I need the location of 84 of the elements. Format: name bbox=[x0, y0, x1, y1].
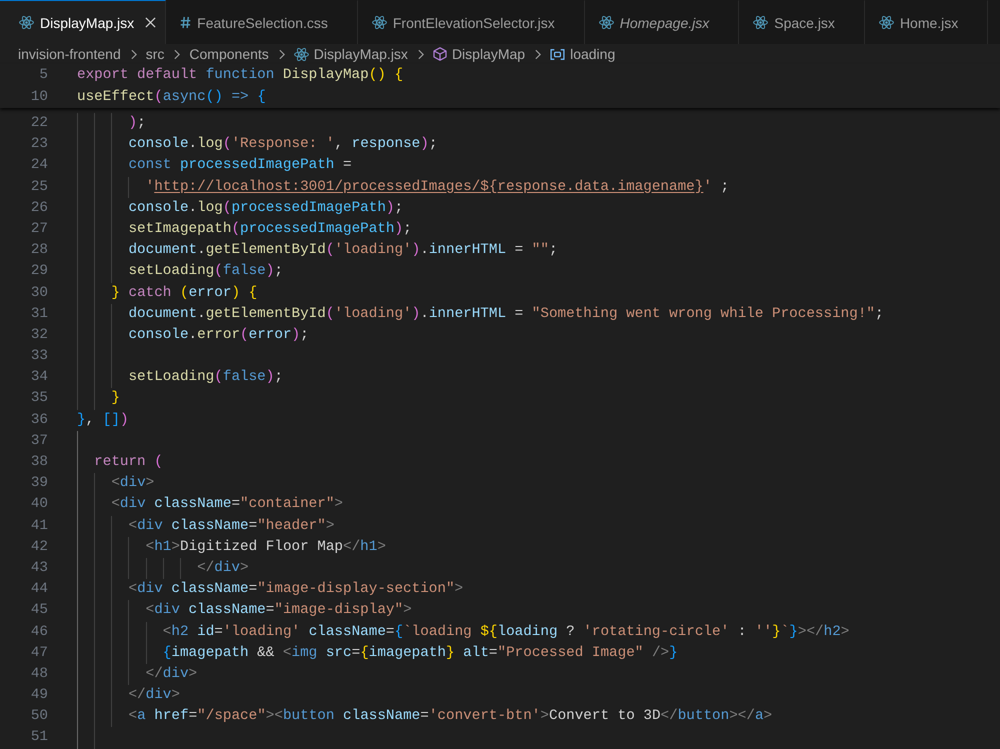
code-line: <h1>Digitized Floor Map</h1> bbox=[146, 538, 386, 557]
atom-icon bbox=[878, 16, 894, 29]
line-number: 42 bbox=[30, 538, 48, 555]
code-line: } bbox=[111, 389, 120, 408]
line-number: 28 bbox=[30, 242, 48, 258]
code-line: <div className="image-display"> bbox=[146, 601, 412, 620]
code-line: document.getElementById('loading').innerHTML = ""; bbox=[128, 241, 558, 260]
line-number: 46 bbox=[30, 624, 48, 640]
code-line: console.log('Response: ', response); bbox=[128, 135, 438, 154]
line-number: 35 bbox=[30, 390, 48, 406]
line-number: 41 bbox=[30, 518, 48, 534]
line-number: 23 bbox=[30, 136, 48, 152]
breadcrumb-item[interactable]: src bbox=[146, 46, 164, 62]
line-number: 38 bbox=[30, 454, 48, 470]
atom-icon bbox=[19, 16, 34, 29]
code-line: export default function DisplayMap() { bbox=[77, 66, 404, 85]
code-line: </div> bbox=[128, 686, 180, 706]
chevron-icon bbox=[278, 48, 285, 60]
chevron-icon bbox=[418, 48, 424, 60]
atom-icon bbox=[753, 16, 768, 29]
code-line: return ( bbox=[94, 453, 163, 472]
code-line: <div className="image-display-section"> bbox=[128, 580, 464, 600]
breadcrumb-item[interactable]: DisplayMap bbox=[432, 46, 526, 62]
code-line: document.getElementById('loading').innerHTML = "Something went wrong while Processing!"; bbox=[128, 304, 884, 324]
cube-icon bbox=[432, 47, 447, 61]
line-number: 51 bbox=[30, 729, 48, 746]
breadcrumb-item[interactable]: invision-frontend bbox=[18, 46, 121, 62]
code-line: useEffect(async() => { bbox=[77, 88, 266, 107]
line-number: 27 bbox=[30, 220, 48, 237]
code-line: console.log(processedImagePath); bbox=[128, 198, 404, 218]
chevron-icon bbox=[535, 48, 542, 60]
line-number: 34 bbox=[30, 369, 48, 386]
line-number: 50 bbox=[30, 708, 48, 724]
line-number: 24 bbox=[30, 157, 48, 174]
line-number: 25 bbox=[30, 178, 48, 195]
line-number: 48 bbox=[30, 666, 48, 682]
code-line: console.error(error); bbox=[128, 326, 309, 345]
line-number: 37 bbox=[30, 432, 48, 449]
atom-icon bbox=[598, 16, 614, 29]
code-line: </div> bbox=[197, 558, 249, 578]
line-number: 43 bbox=[30, 560, 48, 576]
atom-icon bbox=[372, 16, 387, 29]
code-line: setLoading(false); bbox=[128, 368, 283, 388]
breadcrumb-item[interactable]: loading bbox=[550, 46, 616, 62]
code-line: setImagepath(processedImagePath); bbox=[128, 220, 412, 239]
code-line: </div> bbox=[146, 664, 198, 684]
code-line: setLoading(false); bbox=[128, 262, 283, 282]
editor-tab[interactable]: DisplayMap.jsx bbox=[0, 0, 166, 44]
breadcrumb-item[interactable]: Components bbox=[189, 46, 269, 62]
code-line: ); bbox=[128, 114, 146, 133]
line-number: 31 bbox=[30, 306, 48, 322]
line-number: 39 bbox=[30, 475, 48, 492]
code-line: <h2 id='loading' className={`loading ${loading ? 'rotating-circle' : ''}`}></h2> bbox=[162, 622, 850, 642]
line-number: 30 bbox=[30, 284, 48, 300]
editor-tab[interactable]: Homepage.jsx bbox=[584, 0, 740, 44]
code-line: <div> bbox=[111, 474, 154, 494]
code-line: }, []) bbox=[77, 410, 129, 430]
atom-icon bbox=[294, 48, 309, 60]
code-line: 'http://localhost:3001/processedImages/${response.data.imagename}' ; bbox=[146, 178, 730, 197]
code-line: {imagepath && <img src={imagepath} alt="Processed Image" />} bbox=[162, 644, 678, 663]
code-line: <a href="/space"><button className='convert-btn'>Convert to 3D</button></a> bbox=[128, 707, 772, 726]
line-number: 5 bbox=[39, 67, 48, 83]
line-number: 49 bbox=[30, 687, 48, 704]
code-line: <div className="container"> bbox=[111, 495, 344, 514]
code-line: <div className="header"> bbox=[128, 516, 334, 536]
line-number: 47 bbox=[30, 644, 48, 661]
line-number: 33 bbox=[30, 348, 48, 364]
chevron-icon bbox=[130, 48, 137, 60]
chevron-icon bbox=[174, 48, 180, 60]
line-number: 36 bbox=[30, 412, 48, 428]
code-line: const processedImagePath = bbox=[128, 156, 352, 176]
close-icon bbox=[144, 17, 156, 28]
code-line: } catch (error) { bbox=[111, 284, 258, 302]
line-number: 22 bbox=[30, 115, 48, 131]
hash-icon bbox=[180, 16, 192, 29]
line-number: 44 bbox=[30, 581, 48, 598]
breadcrumb-item[interactable]: DisplayMap.jsx bbox=[294, 46, 408, 62]
line-number: 40 bbox=[30, 496, 48, 512]
line-number: 10 bbox=[30, 89, 48, 105]
line-number: 26 bbox=[30, 200, 48, 216]
variable-icon bbox=[550, 48, 566, 60]
line-number: 29 bbox=[30, 263, 48, 280]
line-number: 45 bbox=[30, 602, 48, 618]
line-number: 32 bbox=[30, 326, 48, 343]
